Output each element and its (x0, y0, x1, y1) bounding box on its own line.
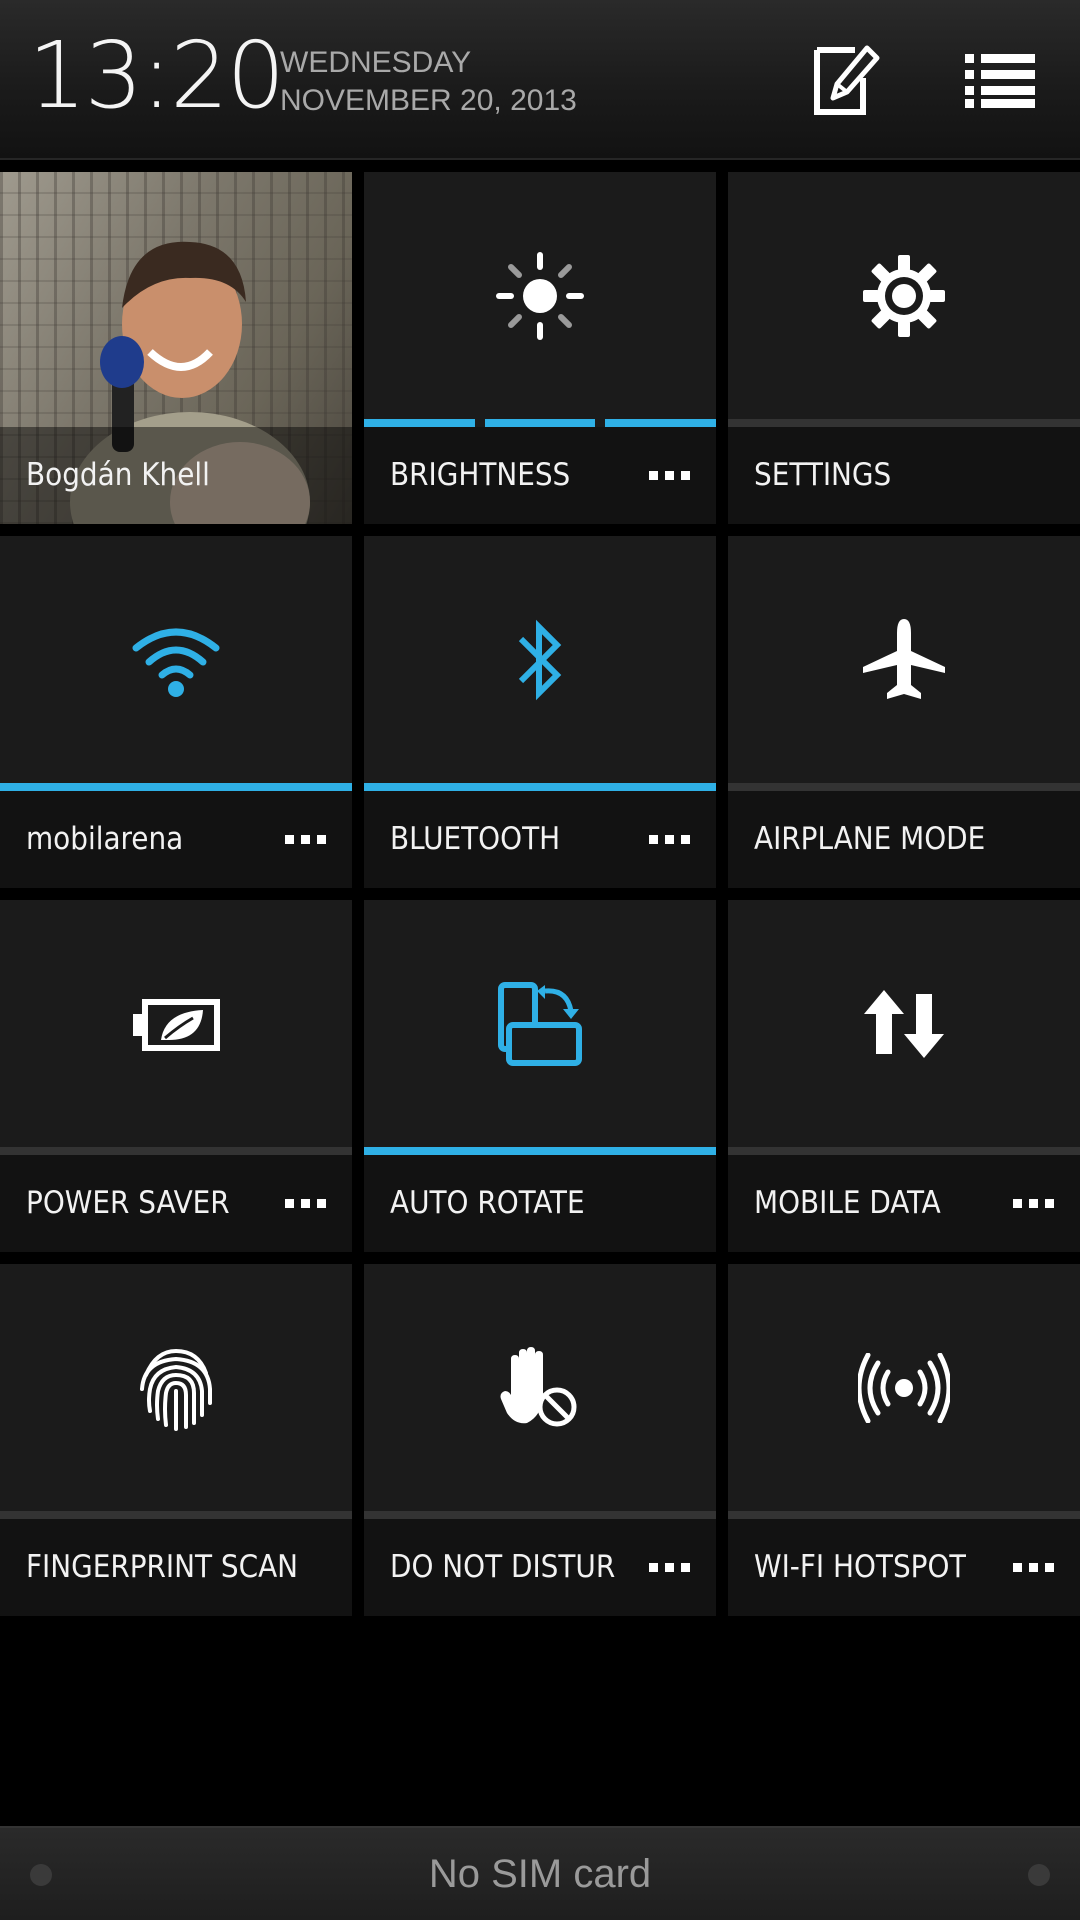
more-options-icon[interactable] (285, 1199, 326, 1208)
clock-time: 13:20 (28, 22, 285, 129)
sim-status-bar: No SIM card (0, 1826, 1080, 1920)
power-saver-state-bar (0, 1147, 352, 1155)
do-not-disturb-label: DO NOT DISTURB (390, 1549, 616, 1585)
contact-name-band: Bogdán Khell (0, 427, 352, 524)
note-edit-icon (814, 45, 880, 115)
mobile-data-tile[interactable]: MOBILE DATA (728, 900, 1080, 1252)
wifi-icon (132, 628, 220, 697)
gear-icon (863, 255, 945, 337)
airplane-label: AIRPLANE MODE (754, 821, 986, 857)
power-saver-label: POWER SAVER (26, 1185, 230, 1221)
hotspot-icon (858, 1353, 950, 1423)
airplane-mode-tile[interactable]: AIRPLANE MODE (728, 536, 1080, 888)
more-options-icon[interactable] (649, 835, 690, 844)
brightness-level-bar (364, 419, 716, 427)
date-block: WEDNESDAY NOVEMBER 20, 2013 (280, 44, 577, 120)
battery-leaf-icon (133, 999, 220, 1051)
note-edit-button[interactable] (806, 40, 886, 120)
brightness-tile[interactable]: BRIGHTNESS (364, 172, 716, 524)
bluetooth-icon (518, 619, 562, 701)
list-icon (965, 54, 1035, 108)
wifi-state-bar (0, 783, 352, 791)
notification-header: 13:20 WEDNESDAY NOVEMBER 20, 2013 (0, 0, 1080, 160)
settings-tile[interactable]: SETTINGS (728, 172, 1080, 524)
airplane-icon (863, 619, 945, 699)
fingerprint-state-bar (0, 1511, 352, 1519)
date-label: NOVEMBER 20, 2013 (280, 84, 577, 117)
more-options-icon[interactable] (649, 1563, 690, 1572)
do-not-disturb-tile[interactable]: DO NOT DISTURB (364, 1264, 716, 1616)
more-options-icon[interactable] (1013, 1199, 1054, 1208)
bluetooth-label: BLUETOOTH (390, 821, 561, 857)
hotspot-label: WI-FI HOTSPOT (754, 1549, 967, 1585)
mobile-data-icon (864, 990, 944, 1058)
airplane-state-bar (728, 783, 1080, 791)
sim-status-text: No SIM card (428, 1852, 652, 1896)
weekday-label: WEDNESDAY (280, 46, 472, 79)
wifi-hotspot-tile[interactable]: WI-FI HOTSPOT (728, 1264, 1080, 1616)
rotate-icon (498, 982, 582, 1066)
wifi-label: mobilarena (26, 821, 184, 857)
contact-name: Bogdán Khell (26, 457, 210, 493)
more-options-icon[interactable] (649, 471, 690, 480)
wifi-tile[interactable]: mobilarena (0, 536, 352, 888)
more-options-icon[interactable] (285, 835, 326, 844)
brightness-icon (496, 252, 584, 340)
do-not-disturb-state-bar (364, 1511, 716, 1519)
brightness-label: BRIGHTNESS (390, 457, 571, 493)
right-indicator-dot (1028, 1864, 1050, 1886)
mobile-data-state-bar (728, 1147, 1080, 1155)
bluetooth-state-bar (364, 783, 716, 791)
do-not-disturb-icon (500, 1347, 577, 1427)
bluetooth-tile[interactable]: BLUETOOTH (364, 536, 716, 888)
auto-rotate-label: AUTO ROTATE (390, 1185, 585, 1221)
fingerprint-icon (140, 1348, 212, 1431)
power-saver-tile[interactable]: POWER SAVER (0, 900, 352, 1252)
settings-state-bar (728, 419, 1080, 427)
mobile-data-label: MOBILE DATA (754, 1185, 941, 1221)
auto-rotate-state-bar (364, 1147, 716, 1155)
auto-rotate-tile[interactable]: AUTO ROTATE (364, 900, 716, 1252)
list-button[interactable] (960, 40, 1040, 120)
contact-tile[interactable]: Bogdán Khell (0, 172, 352, 524)
more-options-icon[interactable] (1013, 1563, 1054, 1572)
hotspot-state-bar (728, 1511, 1080, 1519)
settings-label: SETTINGS (754, 457, 892, 493)
fingerprint-label: FINGERPRINT SCAN (26, 1549, 299, 1585)
fingerprint-scan-tile[interactable]: FINGERPRINT SCAN (0, 1264, 352, 1616)
